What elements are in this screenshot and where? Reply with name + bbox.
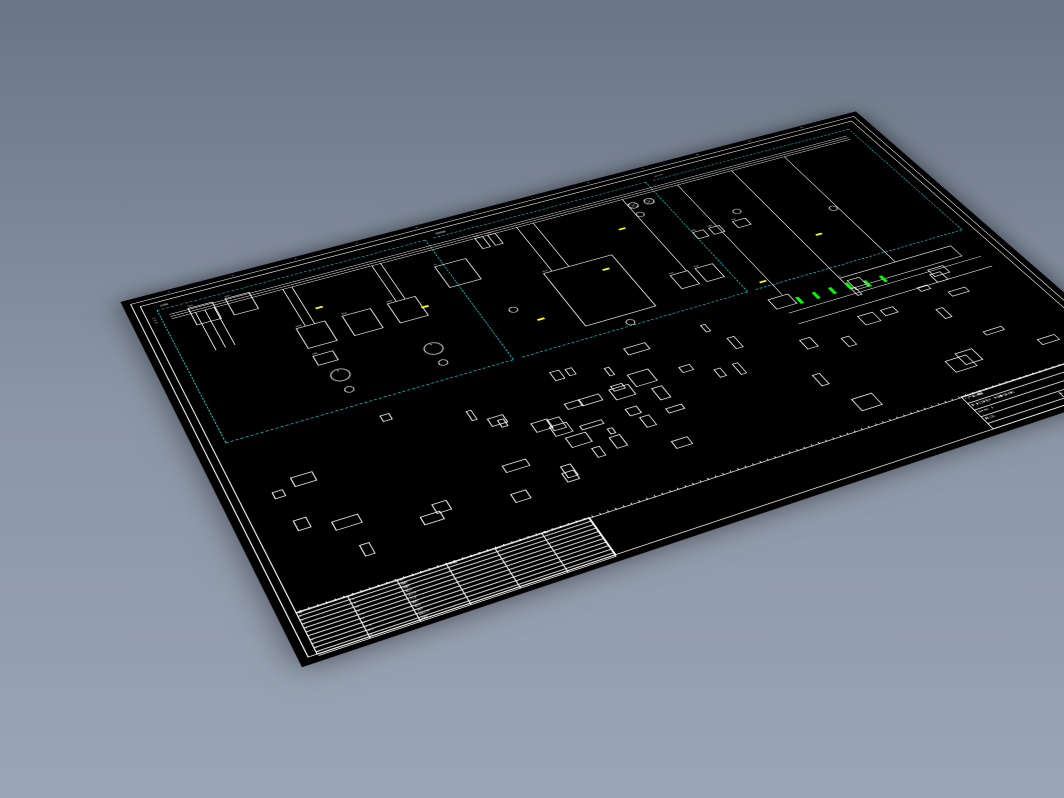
component-label: QF2: [224, 294, 231, 297]
component-label: X1: [837, 275, 842, 278]
component-label: SB2: [707, 224, 713, 227]
cad-3d-scene: 1 2 3 4 5 6 7 8 9 10 11 12 主回路 控制回路 PLC …: [0, 0, 1064, 798]
grid-col-3: 3: [294, 258, 297, 260]
component-label: PLC: [542, 269, 549, 272]
component-label: KM3: [386, 299, 393, 303]
component-label: KA1: [668, 271, 675, 274]
grid-col-4: 4: [355, 242, 358, 244]
grid-col-7: 7: [531, 196, 534, 198]
component-label: T1: [433, 263, 437, 266]
component-label: SB1: [691, 229, 697, 232]
component-label: QF1: [187, 304, 194, 308]
grid-col-9: 9: [642, 168, 645, 170]
grid-col-6: 6: [474, 211, 477, 213]
component-label: FU1: [473, 235, 479, 238]
component-label: KA2: [693, 264, 699, 267]
component-label: SA1: [730, 218, 736, 221]
drawing-sheet[interactable]: 1 2 3 4 5 6 7 8 9 10 11 12 主回路 控制回路 PLC …: [120, 111, 1064, 667]
component-label: KM1: [295, 324, 302, 328]
component-label: FR1: [312, 352, 319, 356]
grid-col-5: 5: [415, 226, 418, 228]
component-label: KM2: [341, 312, 348, 316]
grid-col-1: 1: [168, 291, 171, 293]
grid-col-2: 2: [232, 274, 235, 276]
component-label: FU2: [486, 231, 492, 234]
